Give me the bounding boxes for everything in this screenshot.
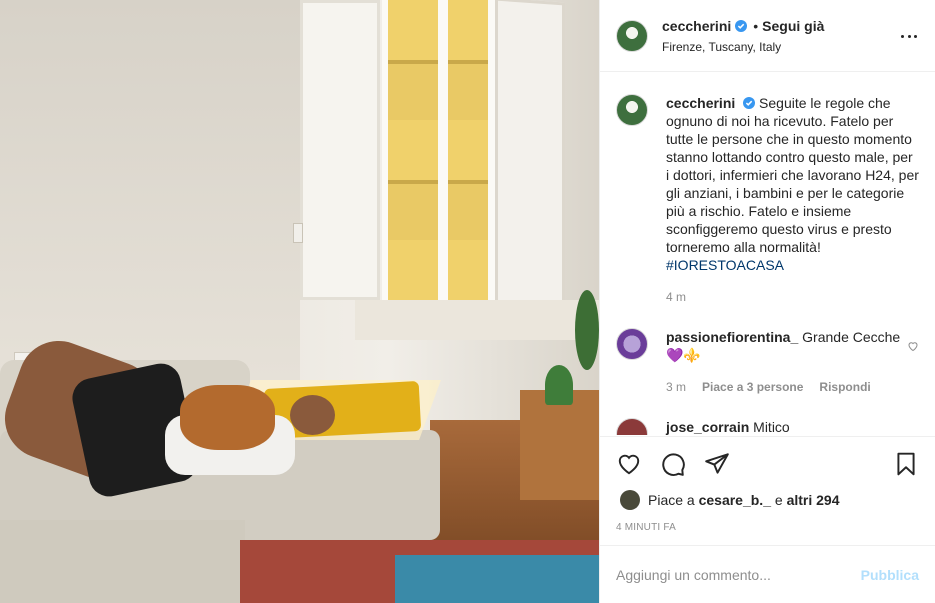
liker-username[interactable]: cesare_b._ xyxy=(699,492,771,508)
comment-avatar[interactable] xyxy=(616,418,648,435)
caption-text: Seguite le regole che ognuno di noi ha r… xyxy=(666,95,919,255)
instagram-post: ceccherini • Segui già Firenze, Tuscany,… xyxy=(0,0,935,603)
photo-dog xyxy=(180,385,275,450)
bookmark-icon[interactable] xyxy=(893,451,919,477)
comment-input[interactable] xyxy=(616,566,861,583)
photo-head xyxy=(290,395,335,435)
comment-username[interactable]: passionefiorentina_ xyxy=(666,329,798,345)
add-comment-bar: Pubblica xyxy=(600,545,935,603)
likes-prefix: Piace a xyxy=(648,492,695,508)
photo-shutter-right xyxy=(495,0,565,313)
separator-dot: • xyxy=(753,17,759,34)
caption-hashtag[interactable]: #IORESTOACASA xyxy=(666,257,784,273)
comments-list[interactable]: ceccherini Seguite le regole che ognuno … xyxy=(600,72,935,435)
verified-icon xyxy=(743,97,756,109)
publish-button[interactable]: Pubblica xyxy=(861,567,919,583)
liker-avatar[interactable] xyxy=(620,490,640,510)
post-header: ceccherini • Segui già Firenze, Tuscany,… xyxy=(600,0,935,72)
comment-item: jose_corrain Mitico xyxy=(616,418,919,435)
post-timestamp[interactable]: 4 minuti fa xyxy=(616,522,676,533)
comment-icon[interactable] xyxy=(660,451,686,477)
photo-plant xyxy=(575,290,599,370)
caption-meta: 4 m xyxy=(666,288,919,306)
caption-avatar[interactable] xyxy=(616,94,648,126)
comment-time[interactable]: 3 m xyxy=(666,378,686,396)
comment-item: passionefiorentina_ Grande Cecche 💜⚜️ 3 … xyxy=(616,328,919,396)
comment-meta: 3 m Piace a 3 persone Rispondi xyxy=(666,378,919,396)
photo-table xyxy=(395,555,599,603)
comment-likes[interactable]: Piace a 3 persone xyxy=(702,378,803,396)
caption-time[interactable]: 4 m xyxy=(666,288,686,306)
heart-icon[interactable] xyxy=(616,451,642,477)
caption-body: ceccherini Seguite le regole che ognuno … xyxy=(666,94,919,306)
post-photo[interactable] xyxy=(0,0,599,603)
heart-small-icon[interactable] xyxy=(907,340,919,352)
comment-avatar[interactable] xyxy=(616,328,648,360)
reply-button[interactable]: Rispondi xyxy=(819,378,870,396)
post-side-panel: ceccherini • Segui già Firenze, Tuscany,… xyxy=(599,0,935,603)
action-bar xyxy=(600,436,935,490)
more-dot xyxy=(901,34,904,38)
author-avatar[interactable] xyxy=(616,19,648,52)
photo-step xyxy=(520,390,599,500)
likes-others[interactable]: altri 294 xyxy=(787,492,840,508)
caption: ceccherini Seguite le regole che ognuno … xyxy=(616,94,919,306)
verified-icon xyxy=(735,19,748,32)
caption-username[interactable]: ceccherini xyxy=(666,95,735,111)
comment-text: Mitico xyxy=(753,419,790,435)
photo-switch xyxy=(293,223,303,243)
photo-sofa-base xyxy=(0,520,245,603)
comment-username[interactable]: jose_corrain xyxy=(666,419,749,435)
photo-window-frame xyxy=(438,0,448,300)
photo-shutter-left xyxy=(300,0,380,300)
comment-body: jose_corrain Mitico xyxy=(666,418,919,435)
post-location[interactable]: Firenze, Tuscany, Italy xyxy=(662,40,824,54)
photo-plant xyxy=(545,365,573,405)
follow-status-button[interactable]: Segui già xyxy=(762,18,824,34)
photo-shadow xyxy=(0,0,300,380)
comment-body: passionefiorentina_ Grande Cecche 💜⚜️ 3 … xyxy=(666,328,919,396)
more-dot xyxy=(907,34,911,38)
share-icon[interactable] xyxy=(704,451,730,477)
author-info: ceccherini • Segui già Firenze, Tuscany,… xyxy=(662,18,824,54)
author-username[interactable]: ceccherini xyxy=(662,18,731,34)
likes-summary: Piace a cesare_b._ e altri 294 xyxy=(620,490,840,510)
author-line: ceccherini • Segui già xyxy=(662,18,824,34)
likes-conj: e xyxy=(774,492,783,508)
more-dot xyxy=(914,34,917,38)
photo-sill xyxy=(355,300,599,340)
more-options-icon[interactable] xyxy=(901,28,917,44)
